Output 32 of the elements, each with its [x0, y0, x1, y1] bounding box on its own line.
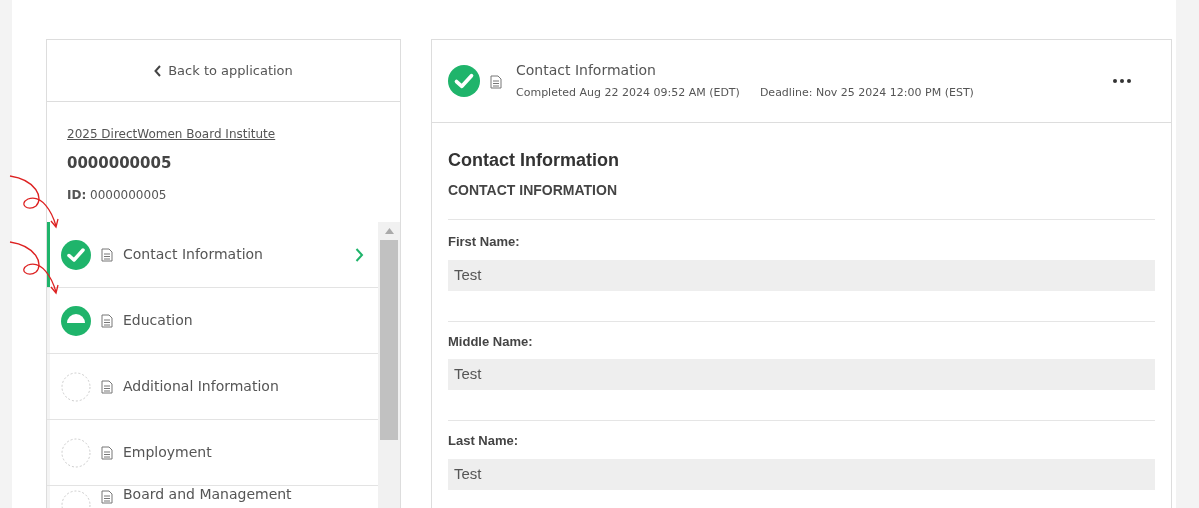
scrollbar[interactable] — [378, 222, 400, 508]
field-value: Test — [448, 458, 1155, 490]
deadline-date: Deadline: Nov 25 2024 12:00 PM (EST) — [759, 85, 974, 102]
section-item[interactable]: Education — [47, 288, 378, 354]
section-item[interactable]: Additional Information — [47, 354, 378, 420]
chevron-right-icon — [355, 247, 364, 262]
document-icon — [101, 490, 113, 504]
section-title: Contact Information — [516, 61, 657, 81]
program-link[interactable]: 2025 DirectWomen Board Institute — [67, 127, 276, 141]
field-value: Test — [448, 259, 1155, 291]
field-label: First Name: — [448, 233, 521, 251]
completed-date: Completed Aug 22 2024 09:52 AM (EDT) — [516, 85, 740, 102]
document-icon — [101, 379, 113, 394]
form-heading: Contact Information — [448, 149, 620, 172]
more-icon[interactable] — [1113, 79, 1131, 83]
field-label: Middle Name: — [448, 332, 534, 351]
document-icon — [101, 445, 113, 460]
section-item[interactable]: Board and Management — [47, 486, 378, 508]
document-icon — [101, 313, 113, 328]
scroll-up-icon[interactable] — [384, 228, 394, 234]
document-icon — [101, 247, 113, 262]
field-value: Test — [448, 359, 1155, 390]
form-subheading: CONTACT INFORMATION — [448, 180, 1155, 220]
application-id: ID: 0000000005 — [67, 187, 168, 204]
back-link[interactable]: Back to application — [47, 40, 400, 102]
section-item[interactable]: Contact Information — [47, 222, 378, 288]
chevron-left-icon — [154, 64, 163, 77]
application-number: 0000000005 — [67, 152, 173, 174]
scrollbar-thumb[interactable] — [380, 240, 398, 440]
section-item[interactable]: Employment — [47, 420, 378, 486]
field-label: Last Name: — [448, 432, 520, 450]
document-icon — [490, 74, 502, 89]
